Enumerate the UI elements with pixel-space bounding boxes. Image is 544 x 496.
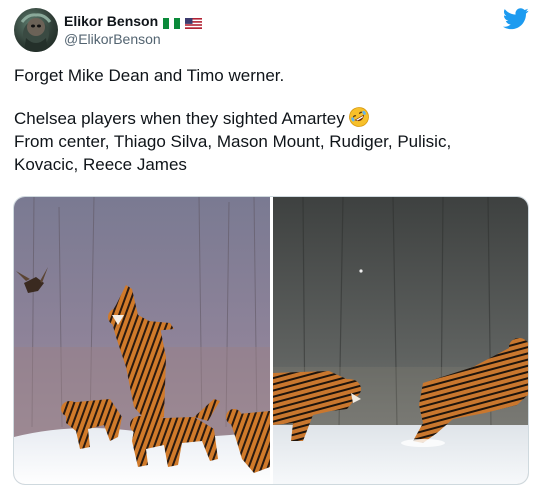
- author-name-row: Elikor Benson: [64, 12, 203, 30]
- rolling-on-floor-laughing-emoji-icon: [348, 106, 370, 128]
- nigeria-flag-icon: [163, 16, 181, 29]
- tweet-line-1: Forget Mike Dean and Timo werner.: [14, 66, 285, 85]
- author-avatar[interactable]: [14, 8, 58, 52]
- tigers-leaping-in-snow-photo[interactable]: [273, 197, 528, 484]
- tweet-line-3: From center, Thiago Silva, Mason Mount, …: [14, 132, 452, 151]
- tweet-line-4: Kovacic, Reece James: [14, 155, 187, 174]
- twitter-bird-icon[interactable]: [503, 8, 529, 30]
- tweet-card: Elikor Benson @ElikorBenson Forget Mike …: [0, 0, 544, 496]
- author-display-name[interactable]: Elikor Benson: [64, 13, 158, 29]
- author-handle[interactable]: @ElikorBenson: [64, 31, 161, 47]
- us-flag-icon: [185, 16, 203, 29]
- tweet-media: [13, 196, 529, 485]
- tigers-leaping-at-bird-photo[interactable]: [14, 197, 270, 484]
- tweet-line-2: Chelsea players when they sighted Amarte…: [14, 109, 345, 128]
- tweet-text: Forget Mike Dean and Timo werner. Chelse…: [14, 64, 530, 176]
